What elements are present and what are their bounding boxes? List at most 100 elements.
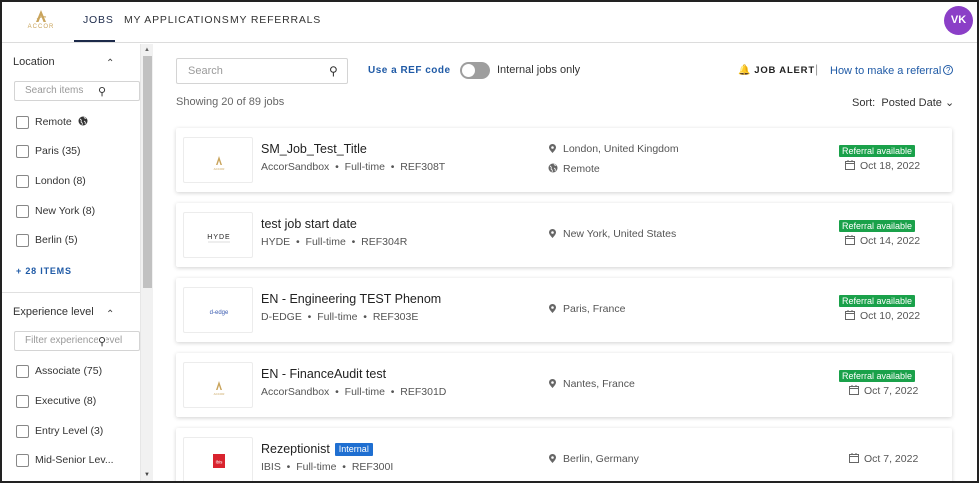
job-type: Full-time <box>296 461 337 473</box>
location-pin-icon <box>549 379 556 388</box>
scroll-thumb[interactable] <box>143 56 152 288</box>
globe-icon <box>548 163 558 173</box>
chevron-up-icon[interactable]: ⌃ <box>106 58 114 69</box>
accor-logo[interactable]: ACCOR <box>26 9 56 37</box>
posted-date: Oct 14, 2022 <box>845 235 920 247</box>
hyde-logo-icon: HYDE <box>207 234 230 243</box>
posted-date: Oct 7, 2022 <box>849 385 918 397</box>
job-location: New York, United States <box>548 228 676 240</box>
job-alert-label: JOB ALERT <box>754 65 815 76</box>
location-filter-title: Location <box>13 56 55 68</box>
job-location: London, United Kingdom <box>548 143 679 155</box>
facet-label: Berlin (5) <box>35 234 78 246</box>
facet-label: Mid-Senior Lev... <box>35 454 114 466</box>
search-icon[interactable]: ⚲ <box>329 64 338 78</box>
facet-label: Entry Level (3) <box>35 425 104 437</box>
calendar-icon <box>849 385 859 395</box>
checkbox[interactable] <box>16 454 29 467</box>
tab-jobs[interactable]: JOBS <box>83 14 114 26</box>
tab-my-referrals[interactable]: MY REFERRALS <box>230 14 321 26</box>
job-location: Paris, France <box>548 303 625 315</box>
checkbox[interactable] <box>16 205 29 218</box>
scroll-down-arrow-icon[interactable]: ▼ <box>144 472 150 478</box>
location-search-input[interactable]: Search items ⚲ <box>14 81 140 101</box>
checkbox[interactable] <box>16 425 29 438</box>
accor-logo-icon: ACCOR <box>214 156 226 171</box>
toggle-knob <box>462 64 475 77</box>
experience-search-input[interactable]: Filter experience level ⚲ <box>14 331 140 351</box>
job-meta: D-EDGE • Full-time • REF303E <box>261 311 419 323</box>
company-name: AccorSandbox <box>261 386 330 398</box>
facet-label: Associate (75) <box>35 365 103 377</box>
job-card[interactable]: d-edge EN - Engineering TEST Phenom D-ED… <box>176 278 952 342</box>
location-text: London, United Kingdom <box>563 143 679 155</box>
location-pin-icon <box>549 229 556 238</box>
checkbox[interactable] <box>16 395 29 408</box>
use-ref-code-link[interactable]: Use a REF code <box>368 65 451 76</box>
chevron-up-icon[interactable]: ⌃ <box>106 309 114 320</box>
calendar-icon <box>849 453 859 463</box>
date-text: Oct 10, 2022 <box>860 310 921 322</box>
job-type: Full-time <box>344 161 385 173</box>
job-title[interactable]: SM_Job_Test_Title <box>261 142 367 156</box>
sidebar-scrollbar[interactable]: ▲ ▼ <box>141 44 153 481</box>
job-title[interactable]: test job start date <box>261 217 357 231</box>
job-card[interactable]: ibis Rezeptionist Internal IBIS • Full-ti… <box>176 428 952 481</box>
job-ref: REF304R <box>361 236 408 248</box>
date-text: Oct 7, 2022 <box>864 385 919 397</box>
accor-logo-icon: ACCOR <box>214 381 225 396</box>
posted-date: Oct 10, 2022 <box>845 310 920 322</box>
svg-text:ACCOR: ACCOR <box>214 167 226 171</box>
calendar-icon <box>845 310 855 320</box>
job-search-input[interactable]: Search ⚲ <box>176 58 348 84</box>
sort-dropdown[interactable]: Sort: Posted Date ⌄ <box>852 96 954 109</box>
internal-jobs-toggle[interactable] <box>460 62 490 79</box>
date-text: Oct 7, 2022 <box>864 453 919 465</box>
how-to-referral-link[interactable]: How to make a referral? <box>830 65 954 77</box>
posted-date: Oct 7, 2022 <box>849 453 918 465</box>
job-title[interactable]: EN - FinanceAudit test <box>261 367 386 381</box>
active-tab-indicator <box>74 40 115 42</box>
svg-text:d-edge: d-edge <box>210 310 229 316</box>
referral-badge: Referral available <box>839 220 916 232</box>
accor-logo-icon <box>36 10 47 22</box>
job-search-placeholder: Search <box>188 65 223 77</box>
facet-label: London (8) <box>35 175 86 187</box>
checkbox[interactable] <box>16 365 29 378</box>
tab-my-applications[interactable]: MY APPLICATIONS <box>124 14 230 26</box>
job-meta: AccorSandbox • Full-time • REF308T <box>261 161 446 173</box>
dedge-logo-icon: d-edge <box>210 310 229 316</box>
divider <box>2 292 140 293</box>
facet-label: New York (8) <box>35 205 96 217</box>
facet-label: Executive (8) <box>35 395 97 407</box>
job-card[interactable]: ACCOR SM_Job_Test_Title AccorSandbox • F… <box>176 128 952 192</box>
avatar[interactable]: VK <box>944 6 973 35</box>
checkbox[interactable] <box>16 175 29 188</box>
company-logo: d-edge <box>183 287 253 333</box>
separator: | <box>815 62 819 76</box>
globe-icon <box>78 116 88 126</box>
job-ref: REF303E <box>372 311 419 323</box>
company-logo: ACCOR <box>183 362 253 408</box>
job-card[interactable]: ACCOR EN - FinanceAudit test AccorSandbo… <box>176 353 952 417</box>
date-text: Oct 14, 2022 <box>860 235 921 247</box>
job-title[interactable]: Rezeptionist Internal <box>261 442 373 456</box>
results-count: Showing 20 of 89 jobs <box>176 96 285 108</box>
sort-value: Posted Date <box>881 97 942 109</box>
job-title[interactable]: EN - Engineering TEST Phenom <box>261 292 441 306</box>
experience-search-placeholder: Filter experience level <box>25 335 123 346</box>
checkbox[interactable] <box>16 116 29 129</box>
logo-text: ACCOR <box>27 24 55 30</box>
referral-badge: Referral available <box>839 145 916 157</box>
job-remote: Remote <box>548 163 600 175</box>
scroll-up-arrow-icon[interactable]: ▲ <box>144 47 150 53</box>
job-alert-button[interactable]: 🔔 JOB ALERT <box>738 65 815 76</box>
remote-text: Remote <box>563 163 600 175</box>
more-locations-link[interactable]: + 28 ITEMS <box>16 266 72 276</box>
checkbox[interactable] <box>16 145 29 158</box>
checkbox[interactable] <box>16 234 29 247</box>
svg-text:ibis: ibis <box>216 460 224 465</box>
job-card[interactable]: HYDE test job start date HYDE • Full-tim… <box>176 203 952 267</box>
help-icon: ? <box>943 65 954 75</box>
company-name: HYDE <box>261 236 291 248</box>
